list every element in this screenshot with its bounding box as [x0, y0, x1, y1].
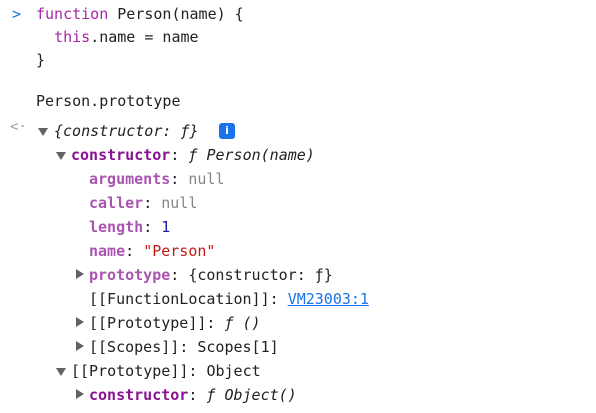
- assignment: .name = name: [90, 28, 199, 46]
- tree-root-label[interactable]: {constructor: ƒ}: [54, 120, 199, 142]
- tree-row-scopes[interactable]: [[Scopes]]: Scopes[1]: [89, 336, 279, 358]
- keyword-function: function: [36, 5, 109, 23]
- prop-value: ƒ Person(name): [188, 146, 315, 164]
- separator: :: [170, 146, 189, 164]
- separator: :: [170, 266, 189, 284]
- separator: :: [188, 386, 207, 404]
- prop-key: constructor: [71, 146, 171, 164]
- tree-row-length: length: 1: [89, 216, 170, 238]
- code-line-3: }: [36, 51, 46, 69]
- tree-row-object-constructor[interactable]: constructor: ƒ Object(): [89, 384, 297, 406]
- prop-value: ƒ (): [224, 314, 261, 332]
- expand-root-triangle-icon[interactable]: [38, 128, 48, 136]
- expand-constructor-triangle-icon[interactable]: [56, 152, 66, 160]
- code-line-2: this.name = name: [36, 26, 199, 48]
- prop-key: constructor: [89, 386, 189, 404]
- prop-key: [[FunctionLocation]]: [89, 290, 270, 308]
- prop-key: [[Prototype]]: [89, 314, 207, 332]
- tree-row-constructor[interactable]: constructor: ƒ Person(name): [71, 144, 315, 166]
- expand-object-constructor-triangle-icon[interactable]: [76, 389, 84, 399]
- prop-value: 1: [161, 218, 171, 236]
- tree-row-prototype[interactable]: prototype: {constructor: ƒ}: [89, 264, 333, 286]
- result-arrow-icon: <·: [10, 119, 27, 135]
- tree-row-name: name: "Person": [89, 240, 215, 262]
- expand-fn-prototype-triangle-icon[interactable]: [76, 317, 84, 327]
- tree-row-arguments: arguments: null: [89, 168, 224, 190]
- prop-key: length: [89, 218, 144, 236]
- prop-value: ƒ Object(): [206, 386, 297, 404]
- tree-row-fn-prototype[interactable]: [[Prototype]]: ƒ (): [89, 312, 261, 334]
- prop-key: [[Prototype]]: [71, 362, 189, 380]
- separator: :: [143, 194, 162, 212]
- separator: :: [125, 242, 144, 260]
- prop-value: {constructor: ƒ}: [188, 266, 333, 284]
- tree-row-object-prototype[interactable]: [[Prototype]]: Object: [71, 360, 261, 382]
- function-signature: Person(name) {: [108, 5, 244, 23]
- separator: :: [269, 290, 288, 308]
- prop-value: Object: [206, 362, 261, 380]
- code-line-1: function Person(name) {: [36, 3, 244, 25]
- source-link[interactable]: VM23003:1: [288, 290, 369, 308]
- keyword-this: this: [54, 28, 91, 46]
- info-icon[interactable]: i: [219, 123, 235, 139]
- expand-object-prototype-triangle-icon[interactable]: [56, 368, 66, 376]
- prop-value: null: [161, 194, 198, 212]
- separator: :: [143, 218, 162, 236]
- prop-key: prototype: [89, 266, 171, 284]
- prop-key: [[Scopes]]: [89, 338, 180, 356]
- expand-scopes-triangle-icon[interactable]: [76, 341, 84, 351]
- prop-value: "Person": [143, 242, 216, 260]
- separator: :: [179, 338, 198, 356]
- expand-prototype-triangle-icon[interactable]: [76, 269, 84, 279]
- separator: :: [206, 314, 225, 332]
- separator: :: [188, 362, 207, 380]
- prop-value: Scopes[1]: [197, 338, 279, 356]
- tree-row-function-location: [[FunctionLocation]]: VM23003:1: [89, 288, 369, 310]
- prop-value: null: [188, 170, 225, 188]
- prop-key: arguments: [89, 170, 171, 188]
- prompt-chevron-icon: >: [12, 5, 22, 23]
- prop-key: name: [89, 242, 126, 260]
- tree-row-caller: caller: null: [89, 192, 197, 214]
- separator: :: [170, 170, 189, 188]
- expression-line: Person.prototype: [36, 92, 181, 110]
- prop-key: caller: [89, 194, 144, 212]
